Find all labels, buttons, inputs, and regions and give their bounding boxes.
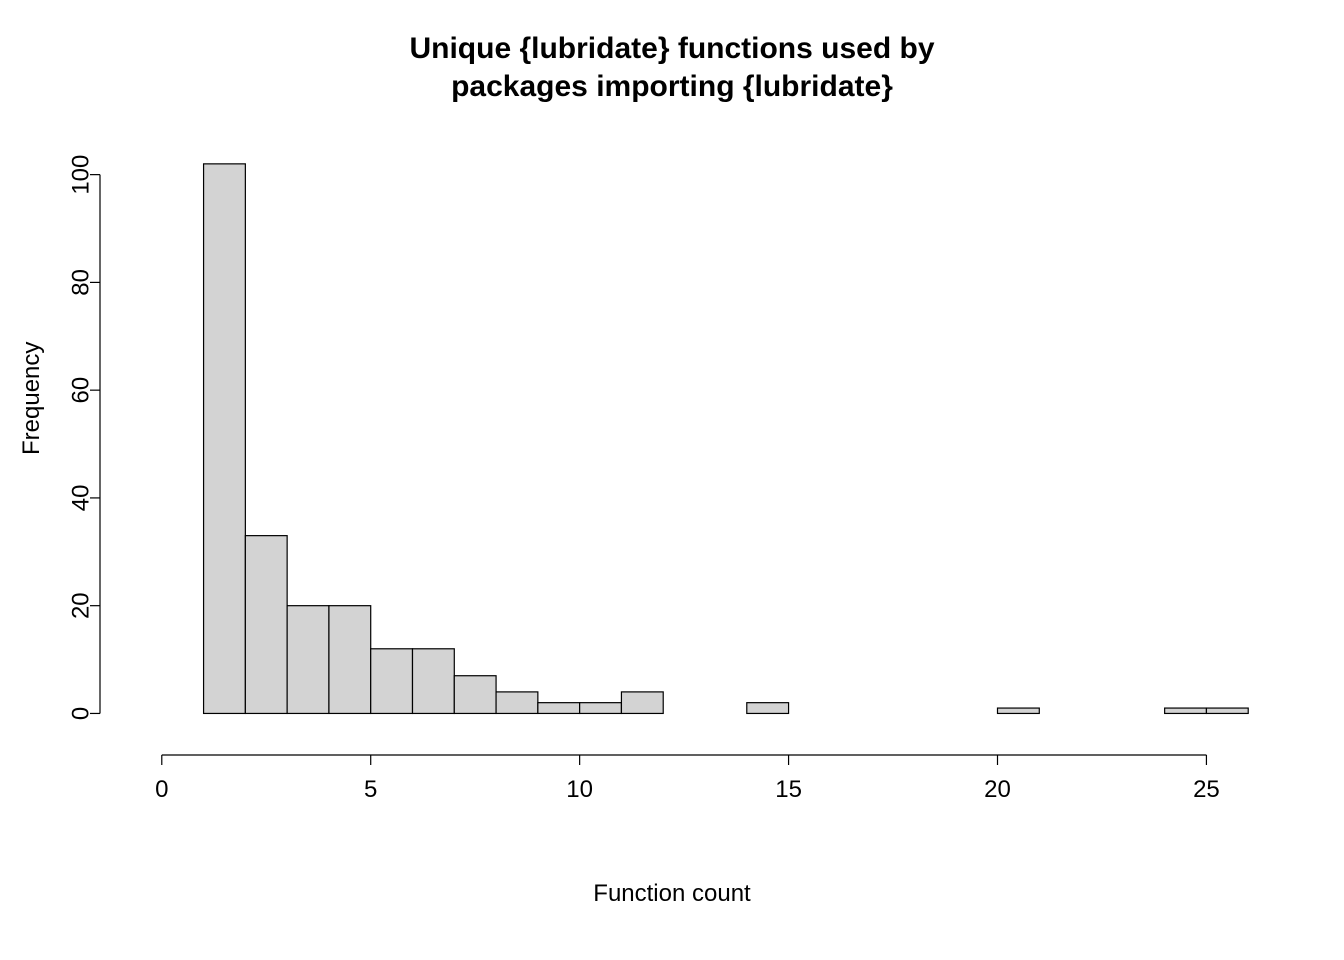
- histogram-bar: [496, 692, 538, 714]
- histogram-bar: [580, 703, 622, 714]
- histogram-bar: [204, 164, 246, 714]
- histogram-bar: [245, 536, 287, 714]
- y-axis-tick-label: 0: [67, 707, 94, 720]
- x-axis-tick-label: 10: [566, 776, 593, 803]
- x-axis-tick-label: 25: [1193, 776, 1220, 803]
- histogram-bar: [1165, 708, 1207, 713]
- histogram-bar: [287, 606, 329, 714]
- histogram-bar: [538, 703, 580, 714]
- y-axis-tick-label: 60: [67, 377, 94, 404]
- histogram-bar: [1206, 708, 1248, 713]
- histogram-bar: [329, 606, 371, 714]
- histogram-bar: [413, 649, 455, 714]
- histogram-bar: [998, 708, 1040, 713]
- histogram-chart: Unique {lubridate} functions used by pac…: [0, 0, 1344, 960]
- histogram-bar: [747, 703, 789, 714]
- y-axis-tick-label: 40: [67, 485, 94, 512]
- y-axis-tick-label: 20: [67, 592, 94, 619]
- histogram-bar: [454, 676, 496, 714]
- y-axis-tick-label: 100: [67, 155, 94, 195]
- x-axis-tick-label: 0: [155, 776, 168, 803]
- x-axis-tick-label: 15: [775, 776, 802, 803]
- plot-svg: 0 5 10 15 20 25 0 20 40 60 80 100: [0, 0, 1344, 960]
- histogram-bar: [371, 649, 413, 714]
- y-axis-tick-label: 80: [67, 269, 94, 296]
- x-axis-tick-label: 5: [364, 776, 377, 803]
- x-axis-tick-label: 20: [984, 776, 1011, 803]
- histogram-bar: [621, 692, 663, 714]
